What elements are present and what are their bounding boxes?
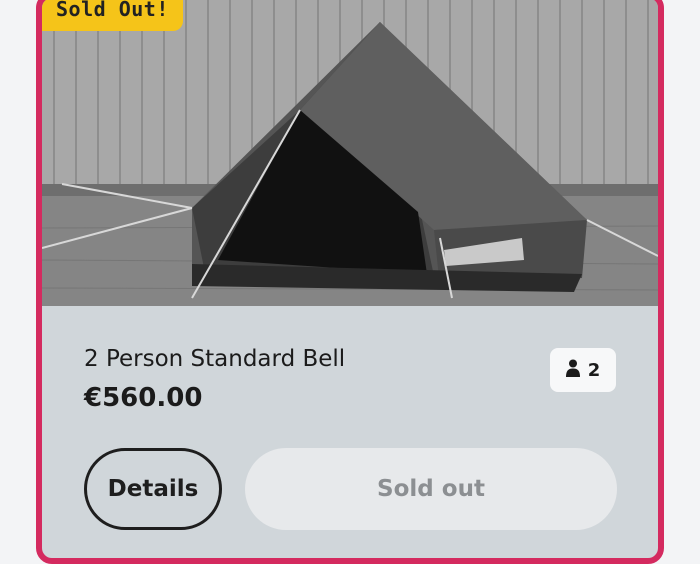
sold-out-button[interactable]: Sold out (245, 448, 617, 530)
capacity-count: 2 (587, 359, 601, 381)
product-image: Sold Out! (42, 0, 658, 306)
product-card: Sold Out! 2 Person Standard Bell €560.00… (36, 0, 664, 564)
product-title: 2 Person Standard Bell (84, 346, 346, 372)
capacity-badge: 2 (550, 348, 616, 392)
product-price: €560.00 (84, 383, 203, 413)
details-button[interactable]: Details (84, 448, 222, 530)
sold-out-badge: Sold Out! (42, 0, 183, 31)
person-icon (565, 359, 580, 382)
